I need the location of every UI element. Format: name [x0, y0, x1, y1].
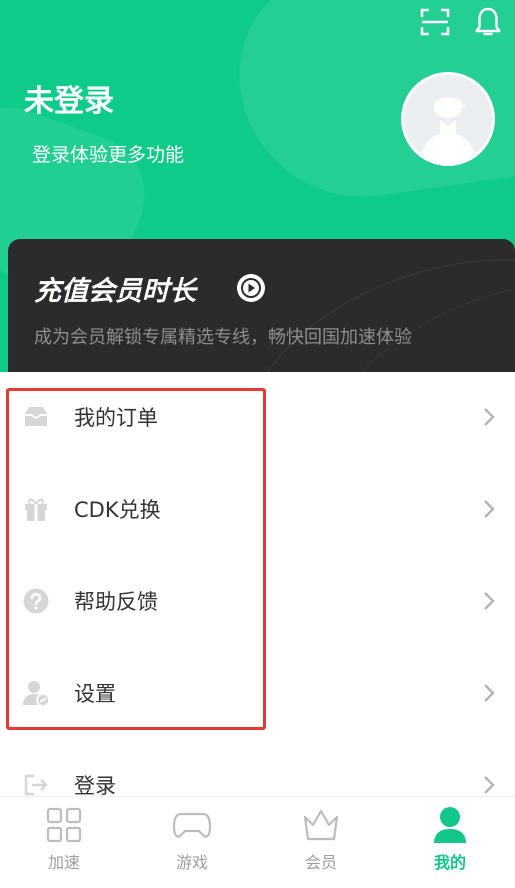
- crown-icon: [303, 809, 339, 841]
- inbox-icon: [25, 407, 47, 426]
- chevron-right-icon: [484, 684, 495, 702]
- play-icon[interactable]: [236, 273, 266, 303]
- menu-item-orders[interactable]: 我的订单: [0, 382, 515, 452]
- bottom-tab-bar: 加速 游戏 会员 我的: [0, 796, 515, 888]
- tab-label: 加速: [47, 853, 80, 872]
- gamepad-icon: [172, 812, 212, 838]
- profile-header: 未登录 登录体验更多功能 充值会员时长 成为会员解锁专属精选专线，畅快回国加速体…: [0, 0, 515, 380]
- menu-item-label: 设置: [74, 682, 116, 706]
- tab-mine[interactable]: 我的: [386, 797, 514, 888]
- bell-icon[interactable]: [472, 6, 504, 38]
- menu-item-label: CDK兑换: [74, 498, 161, 522]
- chevron-right-icon: [484, 408, 495, 426]
- menu-item-help[interactable]: 帮助反馈: [0, 566, 515, 636]
- chevron-right-icon: [484, 592, 495, 610]
- tab-label: 会员: [304, 853, 337, 872]
- menu-item-settings[interactable]: 设置: [0, 658, 515, 728]
- menu-item-cdk[interactable]: CDK兑换: [0, 474, 515, 544]
- profile-icon: [434, 807, 466, 843]
- login-status-title[interactable]: 未登录: [24, 76, 114, 120]
- tab-accelerate[interactable]: 加速: [0, 797, 128, 888]
- vip-title: 充值会员时长: [34, 276, 196, 307]
- tab-label: 我的: [433, 853, 466, 872]
- gift-icon: [25, 498, 47, 521]
- user-settings-icon: [23, 681, 50, 707]
- login-hint[interactable]: 登录体验更多功能: [32, 140, 184, 167]
- menu-item-label: 帮助反馈: [74, 590, 158, 614]
- login-arrow-icon: [24, 774, 48, 796]
- scan-icon[interactable]: [420, 8, 450, 36]
- default-avatar-icon: [404, 75, 492, 163]
- vip-subtitle: 成为会员解锁专属精选专线，畅快回国加速体验: [34, 327, 412, 348]
- vip-recharge-card[interactable]: 充值会员时长 成为会员解锁专属精选专线，畅快回国加速体验: [8, 239, 515, 380]
- tab-games[interactable]: 游戏: [128, 797, 256, 888]
- menu-item-label: 我的订单: [74, 406, 158, 430]
- avatar[interactable]: [401, 72, 495, 166]
- help-icon: [23, 588, 49, 614]
- menu-list: 我的订单 CDK兑换 帮助反馈 设置 登录: [0, 372, 515, 802]
- tab-label: 游戏: [175, 853, 208, 872]
- chevron-right-icon: [484, 776, 495, 794]
- tab-membership[interactable]: 会员: [257, 797, 385, 888]
- chevron-right-icon: [484, 500, 495, 518]
- grid-icon: [46, 807, 82, 843]
